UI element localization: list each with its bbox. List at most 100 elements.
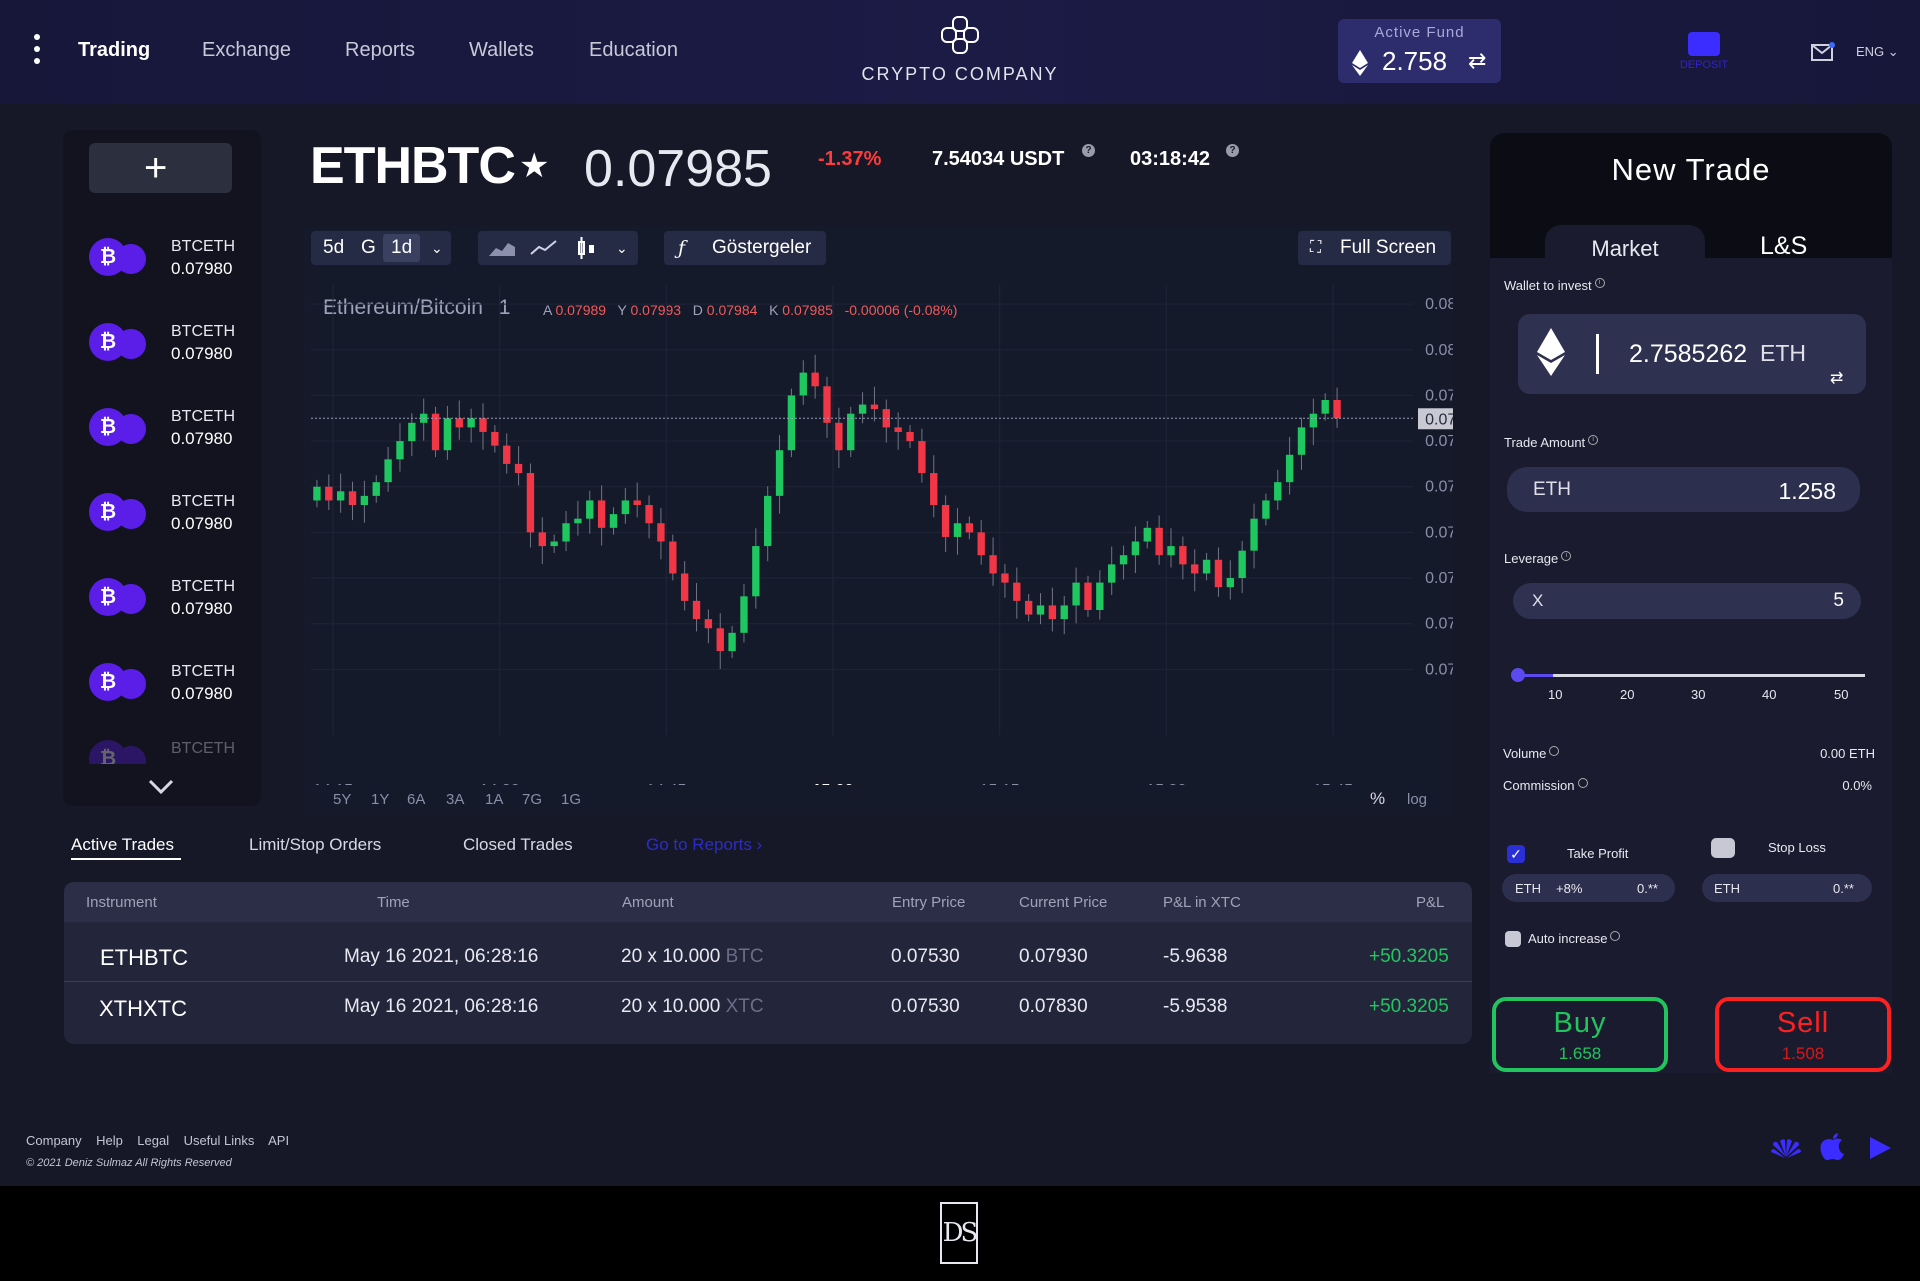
watchlist-item[interactable]: ₿ BTCETH 0.07980 [89, 568, 249, 626]
candle-body [1024, 600, 1033, 615]
y-tick-label: 0.08000 [1425, 342, 1453, 359]
tp-unit: ETH [1515, 881, 1541, 896]
tab-closed-trades[interactable]: Closed Trades [463, 835, 573, 855]
candle-body [609, 514, 618, 528]
wallet-icon[interactable] [1688, 32, 1720, 56]
tab-active-trades[interactable]: Active Trades [71, 835, 174, 855]
range-1y[interactable]: 1Y [371, 791, 389, 808]
refresh-icon[interactable]: ⇄ [1830, 368, 1843, 388]
row-entry: 0.07530 [891, 946, 960, 967]
candle-body [503, 445, 511, 464]
nav-trading[interactable]: Trading [78, 39, 150, 62]
range-6a[interactable]: 6A [407, 791, 425, 808]
refresh-icon[interactable]: ⇄ [1468, 48, 1486, 74]
range-1a[interactable]: 1A [485, 791, 503, 808]
percent-toggle[interactable]: % [1370, 789, 1385, 809]
chevron-down-icon[interactable] [148, 778, 174, 796]
apple-store-icon[interactable] [1820, 1132, 1846, 1162]
chevron-down-icon[interactable]: ⌄ [616, 231, 628, 265]
x-tick-label: 14:45 [646, 782, 686, 785]
interval-5d[interactable]: 5d [323, 231, 344, 265]
leverage-value: 5 [1833, 590, 1844, 611]
candle-chart-icon[interactable] [576, 236, 598, 260]
watchlist-item[interactable]: ₿ BTCETH 0.07980 [89, 653, 249, 711]
add-pair-button[interactable]: + [89, 143, 232, 193]
interval-1d[interactable]: 1d [383, 234, 421, 262]
footer-link-legal[interactable]: Legal [137, 1133, 169, 1148]
nav-exchange[interactable]: Exchange [202, 39, 291, 62]
range-3a[interactable]: 3A [446, 791, 464, 808]
tab-market-label[interactable]: Market [1545, 236, 1705, 262]
watchlist-item[interactable]: ₿ BTCETH 0.07980 [89, 483, 249, 541]
go-to-reports-link[interactable]: Go to Reports › [646, 835, 762, 855]
candle-body [740, 596, 748, 633]
line-chart-icon[interactable] [530, 238, 558, 258]
info-icon[interactable] [1609, 931, 1620, 941]
nav-reports[interactable]: Reports [345, 39, 415, 62]
watchlist-item[interactable]: ₿ BTCETH [89, 730, 249, 764]
commission-label: Commission [1503, 778, 1588, 793]
tab-limit-stop-orders[interactable]: Limit/Stop Orders [249, 835, 381, 855]
y-tick-label: 0.07970 [1425, 479, 1453, 496]
info-icon[interactable]: i [1588, 435, 1599, 445]
active-fund-widget[interactable]: Active Fund 2.758 ⇄ [1338, 19, 1501, 83]
log-toggle[interactable]: log [1407, 791, 1427, 808]
range-7g[interactable]: 7G [522, 791, 542, 808]
candlestick-chart[interactable]: 14:15 14:30 14:45 15:00 15:15 15:30 15:45 0.080… [303, 275, 1453, 785]
candle-body [704, 619, 713, 629]
candle-body [396, 441, 404, 460]
leverage-slider-track[interactable] [1518, 674, 1865, 677]
function-icon: ƒ [678, 237, 686, 259]
watchlist-item[interactable]: ₿ BTCETH 0.07980 [89, 398, 249, 456]
footer-link-help[interactable]: Help [96, 1133, 123, 1148]
nav-wallets[interactable]: Wallets [469, 39, 534, 62]
sell-button[interactable]: Sell 1.508 [1715, 997, 1891, 1072]
candle-body [1143, 527, 1151, 542]
area-chart-icon[interactable] [488, 238, 516, 258]
deposit-label[interactable]: DEPOSIT [1672, 59, 1736, 71]
footer-link-useful-links[interactable]: Useful Links [184, 1133, 255, 1148]
take-profit-checkbox[interactable]: ✓ [1507, 845, 1525, 863]
indicators-button[interactable]: ƒ Göstergeler [664, 231, 826, 265]
chevron-down-icon[interactable]: ⌄ [431, 231, 443, 265]
range-5y[interactable]: 5Y [333, 791, 351, 808]
row-amount: 20 x 10.000 XTC [621, 996, 764, 1018]
fullscreen-button[interactable]: ⛶ Full Screen [1298, 231, 1451, 265]
help-icon[interactable]: ? [1082, 144, 1095, 157]
chart-type-selector[interactable]: ⌄ [478, 231, 638, 265]
language-selector[interactable]: ENG ⌄ [1856, 44, 1899, 60]
info-icon[interactable] [1577, 778, 1588, 788]
candle-body [680, 573, 689, 601]
pair-name: BTCETH [171, 578, 235, 595]
table-header [64, 882, 1472, 922]
info-icon[interactable]: i [1594, 278, 1605, 288]
auto-increase-checkbox[interactable] [1505, 931, 1521, 947]
candle-body [752, 546, 760, 597]
candle-body [491, 431, 499, 446]
menu-icon[interactable] [34, 34, 42, 70]
help-icon[interactable]: ? [1226, 144, 1239, 157]
mail-icon[interactable] [1811, 42, 1835, 62]
footer-link-api[interactable]: API [268, 1133, 289, 1148]
footer-link-company[interactable]: Company [26, 1133, 82, 1148]
buy-price: 1.658 [1558, 1044, 1602, 1063]
info-icon[interactable]: i [1561, 551, 1572, 561]
interval-g[interactable]: G [361, 231, 376, 265]
info-icon[interactable] [1549, 746, 1560, 756]
star-icon[interactable]: ★ [519, 146, 549, 186]
huawei-store-icon[interactable] [1770, 1135, 1802, 1161]
stop-loss-toggle[interactable] [1711, 838, 1735, 858]
tab-ls[interactable]: L&S [1760, 232, 1807, 261]
range-1g[interactable]: 1G [561, 791, 581, 808]
x-tick-label: 14:30 [480, 782, 520, 785]
leverage-slider-knob[interactable] [1511, 668, 1525, 682]
watchlist-item[interactable]: ₿ BTCETH 0.07980 [89, 228, 249, 286]
buy-button[interactable]: Buy 1.658 [1492, 997, 1668, 1072]
clock-value: 03:18:42 [1130, 148, 1211, 170]
play-store-icon[interactable] [1868, 1136, 1892, 1160]
interval-selector[interactable]: 5d G 1d ⌄ [311, 231, 451, 265]
candle-body [1119, 555, 1128, 565]
candle-body [1191, 564, 1199, 574]
nav-education[interactable]: Education [589, 39, 678, 62]
watchlist-item[interactable]: ₿ BTCETH 0.07980 [89, 313, 249, 371]
